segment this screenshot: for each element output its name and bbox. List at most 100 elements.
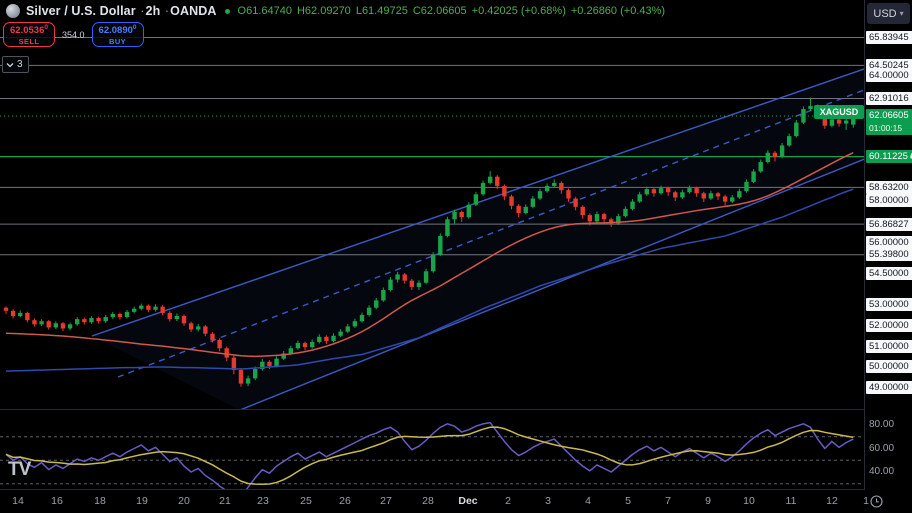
time-axis[interactable]: 1416181920212325262728Dec2345791011121 <box>0 490 912 513</box>
candle-body <box>225 348 229 357</box>
object-tree-badge[interactable]: 3 <box>2 56 29 73</box>
candle-body <box>516 206 520 213</box>
candle-body <box>680 192 684 197</box>
candle-body <box>759 162 763 171</box>
price-level-label: 65.83945 <box>866 31 912 44</box>
candle-body <box>388 280 392 290</box>
price-level-label: 58.63200 <box>866 181 912 194</box>
candle-body <box>274 359 278 366</box>
price-axis[interactable]: USD ▾ 65.8394564.5024564.0000062.9101662… <box>865 0 912 490</box>
candle-body <box>566 190 570 198</box>
candle-body <box>168 313 172 319</box>
candle-body <box>588 215 592 221</box>
ohlc-values: O61.64740 H62.09270 L61.49725 C62.06605 … <box>238 5 666 17</box>
candle-body <box>18 313 22 316</box>
candle-body <box>637 194 641 201</box>
candle-body <box>481 183 485 194</box>
candle-body <box>438 236 442 255</box>
candle-body <box>495 177 499 186</box>
candle-body <box>794 123 798 137</box>
candle-body <box>630 202 634 209</box>
exchange-label: OANDA <box>170 4 216 18</box>
time-label: 11 <box>786 495 797 507</box>
candle-body <box>61 323 65 328</box>
candle-body <box>353 321 357 326</box>
candle-body <box>467 205 471 217</box>
candle-body <box>267 362 271 366</box>
candle-body <box>744 182 748 191</box>
current-price-label: 62.0660501:00:15 <box>866 109 912 135</box>
candle-body <box>410 281 414 287</box>
time-label: 25 <box>300 495 312 507</box>
candle-body <box>673 192 677 197</box>
candle-body <box>103 317 107 321</box>
candle-body <box>303 343 307 347</box>
candle-body <box>374 300 378 307</box>
timezone-clock-icon[interactable] <box>869 494 884 509</box>
rsi-scale-tick: 80.00 <box>869 419 894 431</box>
time-label: 16 <box>51 495 63 507</box>
candle-body <box>666 188 670 192</box>
price-level-label: 62.91016 <box>866 92 912 105</box>
symbol-name: Silver / U.S. Dollar <box>26 4 136 18</box>
candle-body <box>502 186 506 196</box>
price-level-label: 51.00000 <box>866 340 912 353</box>
bar-countdown: 01:00:15 <box>869 122 912 134</box>
candle-body <box>196 326 200 329</box>
candle-body <box>68 324 72 328</box>
candle-body <box>39 321 43 324</box>
candle-body <box>360 315 364 321</box>
time-label: 28 <box>422 495 434 507</box>
chart-canvas[interactable] <box>0 0 912 513</box>
time-label: 12 <box>826 495 838 507</box>
candle-body <box>331 336 335 341</box>
candle-body <box>431 255 435 272</box>
candle-body <box>289 348 293 353</box>
candle-body <box>424 271 428 282</box>
candle-body <box>346 326 350 331</box>
candle-body <box>730 197 734 201</box>
price-level-label: 56.86827 <box>866 218 912 231</box>
candle-body <box>4 308 8 311</box>
candle-body <box>452 212 456 219</box>
candle-body <box>210 334 214 340</box>
green-level-price-label: 60.11225 <box>866 150 912 163</box>
candle-body <box>559 183 563 190</box>
candle-body <box>182 316 186 323</box>
price-level-label: 53.00000 <box>866 298 912 311</box>
price-level-label: 56.00000 <box>866 236 912 249</box>
interval-label: 2h <box>146 4 161 18</box>
symbol-title[interactable]: Silver / U.S. Dollar ·2h ·OANDA <box>26 4 217 18</box>
candle-body <box>524 207 528 213</box>
candle-body <box>602 214 606 219</box>
candle-body <box>787 136 791 145</box>
time-label: 27 <box>380 495 392 507</box>
candle-body <box>25 313 29 320</box>
sell-button[interactable]: 62.05360 SELL <box>3 22 55 47</box>
candle-body <box>737 191 741 197</box>
time-label: 5 <box>625 495 631 507</box>
candle-body <box>716 193 720 196</box>
rsi-scale-tick: 60.00 <box>869 443 894 455</box>
buy-button[interactable]: 62.08900 BUY <box>92 22 144 47</box>
candle-body <box>239 370 243 384</box>
instrument-logo <box>6 4 20 18</box>
currency-button[interactable]: USD ▾ <box>867 3 910 24</box>
candle-body <box>659 188 663 193</box>
candle-body <box>830 119 834 125</box>
price-level-label: 50.00000 <box>866 360 912 373</box>
price-level-label: 55.39800 <box>866 248 912 261</box>
candle-body <box>47 321 51 327</box>
candle-body <box>395 274 399 279</box>
candle-body <box>111 314 115 317</box>
candle-body <box>82 319 86 322</box>
candle-body <box>89 318 93 322</box>
candle-body <box>801 109 805 123</box>
time-label-month: Dec <box>458 495 477 507</box>
candle-body <box>509 196 513 205</box>
candle-body <box>246 378 250 383</box>
main-pane <box>0 38 912 410</box>
candle-body <box>125 312 129 317</box>
candle-body <box>118 314 122 317</box>
time-label: 9 <box>705 495 711 507</box>
